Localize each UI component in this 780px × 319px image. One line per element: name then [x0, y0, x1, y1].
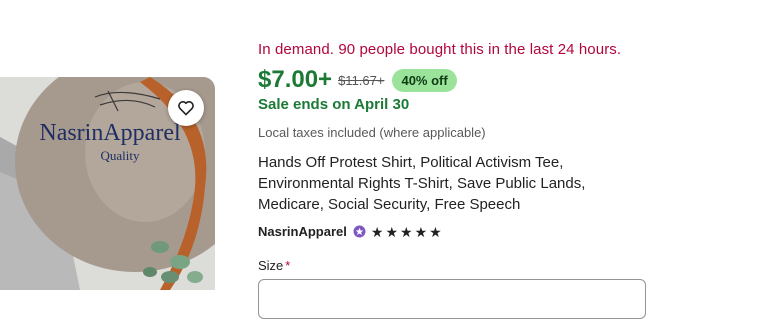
- title-line: Medicare, Social Security, Free Speech: [258, 196, 521, 213]
- rating-stars[interactable]: ★ ★ ★ ★ ★: [371, 225, 442, 239]
- star-icon: ★: [385, 223, 398, 240]
- star-icon: ★: [370, 223, 384, 240]
- star-icon: ★: [414, 223, 428, 240]
- star-icon: ★: [429, 223, 442, 240]
- shop-row: NasrinApparel ★ ★ ★ ★ ★: [258, 224, 442, 239]
- star-seller-badge-icon: [353, 225, 366, 238]
- original-price: $11.67+: [338, 72, 385, 88]
- size-label-text: Size: [258, 258, 284, 273]
- title-line: Hands Off Protest Shirt, Political Activ…: [258, 154, 564, 171]
- price-row: $7.00+ $11.67+ 40% off: [258, 66, 457, 94]
- brand-tagline: Quality: [101, 148, 140, 163]
- size-select[interactable]: [258, 279, 646, 319]
- title-line: Environmental Rights T-Shirt, Save Publi…: [258, 175, 586, 192]
- demand-notice: In demand. 90 people bought this in the …: [258, 41, 622, 58]
- brand-watermark: NasrinApparel: [39, 120, 181, 146]
- star-icon: ★: [400, 223, 413, 240]
- listing-title: Hands Off Protest Shirt, Political Activ…: [258, 152, 638, 215]
- shop-name-link[interactable]: NasrinApparel: [258, 224, 347, 239]
- tax-note: Local taxes included (where applicable): [258, 125, 486, 140]
- sale-end-notice: Sale ends on April 30: [258, 96, 410, 113]
- heart-icon: [178, 101, 194, 116]
- size-label: Size *: [258, 258, 290, 273]
- current-price: $7.00+: [258, 66, 333, 93]
- discount-badge: 40% off: [392, 68, 457, 92]
- favorite-button[interactable]: [168, 90, 204, 126]
- required-marker: *: [285, 258, 291, 273]
